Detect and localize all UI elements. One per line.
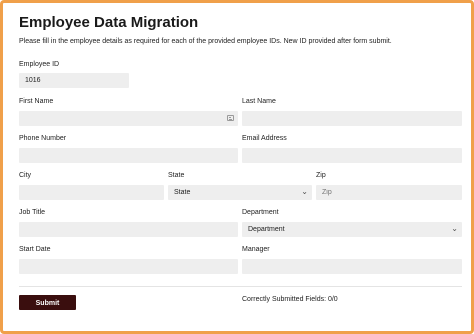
start-date-label: Start Date xyxy=(19,246,51,253)
start-date-field[interactable] xyxy=(19,259,238,274)
manager-label: Manager xyxy=(242,246,270,253)
employee-id-label: Employee ID xyxy=(19,61,60,68)
department-label: Department xyxy=(242,209,279,216)
first-name-label: First Name xyxy=(19,98,54,105)
zip-label: Zip xyxy=(316,172,326,179)
submission-status: Correctly Submitted Fields: 0/0 xyxy=(242,296,338,303)
page-subtitle: Please fill in the employee details as r… xyxy=(19,38,392,45)
form-divider xyxy=(19,286,462,287)
city-label: City xyxy=(19,172,32,179)
contact-card-icon[interactable] xyxy=(227,115,234,121)
email-address-label: Email Address xyxy=(242,135,287,142)
first-name-field[interactable] xyxy=(19,111,238,126)
chevron-down-icon: ⌄ xyxy=(451,224,458,233)
last-name-label: Last Name xyxy=(242,98,276,105)
city-field[interactable] xyxy=(19,185,164,200)
department-select[interactable]: Department ⌄ xyxy=(242,222,462,237)
department-select-value: Department xyxy=(248,226,285,233)
last-name-field[interactable] xyxy=(242,111,462,126)
phone-number-field[interactable] xyxy=(19,148,238,163)
submit-button[interactable]: Submit xyxy=(19,295,76,310)
state-select[interactable]: State ⌄ xyxy=(168,185,312,200)
page-title: Employee Data Migration xyxy=(19,14,199,31)
chevron-down-icon: ⌄ xyxy=(301,187,308,196)
state-select-value: State xyxy=(174,189,191,196)
email-address-field[interactable] xyxy=(242,148,462,163)
state-label: State xyxy=(168,172,185,179)
job-title-label: Job Title xyxy=(19,209,46,216)
job-title-field[interactable] xyxy=(19,222,238,237)
phone-number-label: Phone Number xyxy=(19,135,67,142)
zip-field[interactable] xyxy=(316,185,462,200)
app-frame: Employee Data Migration Please fill in t… xyxy=(0,0,474,334)
manager-field[interactable] xyxy=(242,259,462,274)
employee-id-field: 1016 xyxy=(19,73,129,88)
